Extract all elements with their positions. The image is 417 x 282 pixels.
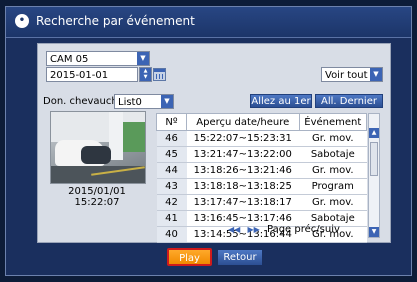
dialog-title: Recherche par événement bbox=[36, 14, 195, 28]
date-field[interactable]: 2015-01-01 bbox=[46, 67, 138, 82]
row-number: 46 bbox=[156, 130, 187, 147]
row-number: 43 bbox=[156, 178, 187, 195]
row-event: Sabotaje bbox=[299, 146, 367, 163]
date-stepper[interactable]: ▲ ▼ bbox=[139, 67, 152, 82]
col-header-time: Aperçu date/heure bbox=[186, 113, 300, 131]
row-number: 44 bbox=[156, 162, 187, 179]
chevron-down-icon[interactable]: ▼ bbox=[137, 52, 149, 65]
info-icon: • bbox=[15, 14, 29, 28]
row-number: 40 bbox=[156, 226, 187, 243]
overlap-select[interactable]: List0 ▼ bbox=[114, 94, 174, 109]
back-button[interactable]: Retour bbox=[218, 250, 262, 265]
table-row[interactable]: 44 13:18:26~13:21:46 Gr. mov. bbox=[156, 162, 367, 179]
col-header-number: Nº bbox=[156, 113, 187, 131]
scrollbar-thumb[interactable] bbox=[370, 142, 378, 176]
overlap-label: Don. chevauch bbox=[43, 96, 118, 107]
row-number: 41 bbox=[156, 210, 187, 227]
scroll-down-icon[interactable]: ▼ bbox=[369, 227, 379, 237]
camera-select[interactable]: CAM 05 ▼ bbox=[46, 51, 150, 66]
pager-label: Page préc/suiv bbox=[267, 224, 340, 235]
scroll-up-icon[interactable]: ▲ bbox=[369, 128, 379, 138]
row-number: 42 bbox=[156, 194, 187, 211]
row-event: Gr. mov. bbox=[299, 194, 367, 211]
row-event: Gr. mov. bbox=[299, 162, 367, 179]
table-row[interactable]: 45 13:21:47~13:22:00 Sabotaje bbox=[156, 146, 367, 163]
row-time: 13:18:26~13:21:46 bbox=[186, 162, 300, 179]
camera-select-value: CAM 05 bbox=[50, 54, 89, 65]
chevron-down-icon[interactable]: ▼ bbox=[161, 95, 173, 108]
overlap-select-value: List0 bbox=[118, 97, 142, 108]
view-filter-value: Voir tout bbox=[325, 70, 368, 81]
row-event: Gr. mov. bbox=[299, 130, 367, 147]
row-time: 13:17:47~13:18:17 bbox=[186, 194, 300, 211]
prev-page-icon[interactable]: ◀◀ bbox=[228, 225, 240, 234]
table-scrollbar[interactable]: ▲ ▼ bbox=[368, 113, 380, 238]
table-row[interactable]: 46 15:22:07~15:23:31 Gr. mov. bbox=[156, 130, 367, 147]
table-row[interactable]: 42 13:17:47~13:18:17 Gr. mov. bbox=[156, 194, 367, 211]
view-filter-select[interactable]: Voir tout ▼ bbox=[321, 67, 383, 82]
search-panel: CAM 05 ▼ 2015-01-01 ▲ ▼ Voir tout ▼ Don. … bbox=[37, 43, 391, 243]
event-preview-image bbox=[50, 111, 146, 184]
calendar-icon[interactable] bbox=[153, 68, 166, 81]
preview-timestamp: 2015/01/01 15:22:07 bbox=[68, 186, 126, 208]
chevron-down-icon[interactable]: ▼ bbox=[370, 68, 382, 81]
row-event: Program bbox=[299, 178, 367, 195]
date-field-value: 2015-01-01 bbox=[50, 70, 109, 81]
row-time: 15:22:07~15:23:31 bbox=[186, 130, 300, 147]
row-number: 45 bbox=[156, 146, 187, 163]
goto-last-button[interactable]: All. Dernier bbox=[315, 94, 383, 108]
row-time: 13:21:47~13:22:00 bbox=[186, 146, 300, 163]
pager: ◀◀ ▶▶ Page préc/suiv bbox=[228, 224, 340, 235]
next-page-icon[interactable]: ▶▶ bbox=[248, 225, 260, 234]
table-row[interactable]: 43 13:18:18~13:18:25 Program bbox=[156, 178, 367, 195]
title-bar: • Recherche par événement bbox=[6, 7, 411, 38]
play-button[interactable]: Play bbox=[167, 248, 212, 266]
col-header-event: Événement bbox=[298, 113, 368, 131]
row-time: 13:18:18~13:18:25 bbox=[186, 178, 300, 195]
goto-first-button[interactable]: Allez au 1er bbox=[250, 94, 312, 108]
